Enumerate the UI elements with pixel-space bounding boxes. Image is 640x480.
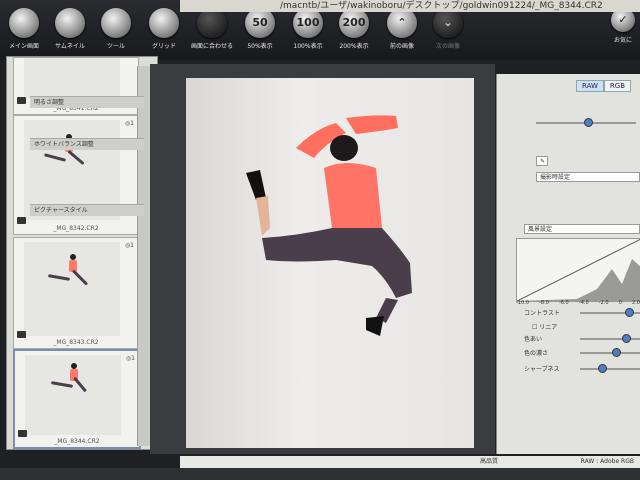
- thumbnail-image: [24, 58, 120, 98]
- brightness-slider-knob[interactable]: [584, 118, 593, 127]
- thumbnail-image: [25, 355, 121, 435]
- toolbar-zoom-200-button[interactable]: 200 200%表示: [332, 8, 376, 50]
- thumbnail-scrollbar[interactable]: [137, 66, 150, 446]
- toolbar-grid-button[interactable]: グリッド: [142, 8, 186, 50]
- thumbnails-icon: [55, 8, 85, 38]
- thumbnail-sidebar: _MG_8341.CR2 ◎1 _MG_8342.CR2 ◎1 _MG_8343…: [6, 56, 158, 450]
- saturation-label: 色の濃さ: [524, 350, 549, 357]
- section-brightness[interactable]: 明るさ調整: [30, 96, 144, 108]
- zoom-100-icon: 100: [293, 8, 323, 38]
- camera-icon: [17, 217, 26, 224]
- color-space-tabs: RAW RGB: [576, 80, 632, 92]
- status-bar: 高品質 RAW : Adobe RGB: [180, 456, 640, 468]
- saturation-slider[interactable]: [580, 352, 640, 354]
- toolbar-next-button[interactable]: ⌄ 次の画像: [426, 8, 470, 50]
- toolbar-fit-screen-button[interactable]: 画面に合わせる: [190, 8, 234, 50]
- window-title: /macntb/ユーザ/wakinoboru/デスクトップ/goldwin091…: [180, 0, 640, 12]
- white-balance-select[interactable]: 撮影時設定: [536, 172, 640, 182]
- camera-icon: [17, 97, 26, 104]
- screen: メイン画面 サムネイル ツール グリッド 画面に合わせる 50 50%表示 10…: [0, 0, 640, 470]
- section-picture-style[interactable]: ピクチャースタイル: [30, 204, 144, 216]
- toolbar-previous-button[interactable]: ⌃ 前の画像: [380, 8, 424, 50]
- sharpness-slider-knob[interactable]: [598, 364, 607, 373]
- contrast-slider-knob[interactable]: [625, 308, 634, 317]
- tone-curve-histogram[interactable]: [516, 238, 640, 302]
- hue-slider-knob[interactable]: [622, 334, 631, 343]
- thumbnail-item-selected[interactable]: ◎1 _MG_8344.CR2: [13, 349, 141, 449]
- camera-icon: [18, 430, 27, 437]
- saturation-slider-knob[interactable]: [612, 348, 621, 357]
- monitor-bottom-edge: [0, 468, 640, 480]
- section-white-balance[interactable]: ホワイトバランス調整: [30, 138, 144, 150]
- sharpness-label: シャープネス: [524, 366, 560, 373]
- tool-icon: [101, 8, 131, 38]
- toolbar-favorite-button[interactable]: ✓ お気に: [606, 8, 640, 44]
- histogram-graph: [516, 238, 640, 302]
- toolbar-zoom-100-button[interactable]: 100 100%表示: [286, 8, 330, 50]
- monitor-icon: [9, 8, 39, 38]
- sharpness-slider[interactable]: [580, 368, 640, 370]
- camera-icon: [17, 331, 26, 338]
- toolbar-tool-button[interactable]: ツール: [94, 8, 138, 50]
- fit-screen-icon: [197, 8, 227, 38]
- eyedropper-icon[interactable]: ✎: [536, 156, 548, 166]
- zoom-50-icon: 50: [245, 8, 275, 38]
- thumbnail-item[interactable]: ◎1 _MG_8342.CR2: [13, 115, 139, 235]
- grid-icon: [149, 8, 179, 38]
- status-color-space: RAW : Adobe RGB: [580, 458, 634, 465]
- linear-checkbox-label[interactable]: ☐ リニア: [532, 322, 557, 331]
- status-quality: 高品質: [480, 458, 499, 465]
- tab-rgb[interactable]: RGB: [603, 80, 632, 92]
- hue-label: 色あい: [524, 336, 543, 343]
- zoom-200-icon: 200: [339, 8, 369, 38]
- toolbar-zoom-50-button[interactable]: 50 50%表示: [238, 8, 282, 50]
- previous-image-icon: ⌃: [387, 8, 417, 38]
- contrast-label: コントラスト: [524, 310, 560, 317]
- thumbnail-image: [24, 242, 120, 336]
- dancer-photo-figure: [246, 115, 412, 336]
- histogram-labels: -10.0 -8.0 -6.0 -4.0 -2.0 0 2.0: [516, 300, 640, 306]
- hue-slider[interactable]: [580, 338, 640, 340]
- toolbar-thumbnail-button[interactable]: サムネイル: [48, 8, 92, 50]
- tab-raw[interactable]: RAW: [576, 80, 604, 92]
- next-image-icon: ⌄: [433, 8, 463, 38]
- thumbnail-item[interactable]: ◎1 _MG_8343.CR2: [13, 237, 139, 349]
- toolbar-main-screen-button[interactable]: メイン画面: [2, 8, 46, 50]
- main-photo[interactable]: [186, 78, 474, 448]
- picture-style-select[interactable]: 風景設定: [524, 224, 640, 234]
